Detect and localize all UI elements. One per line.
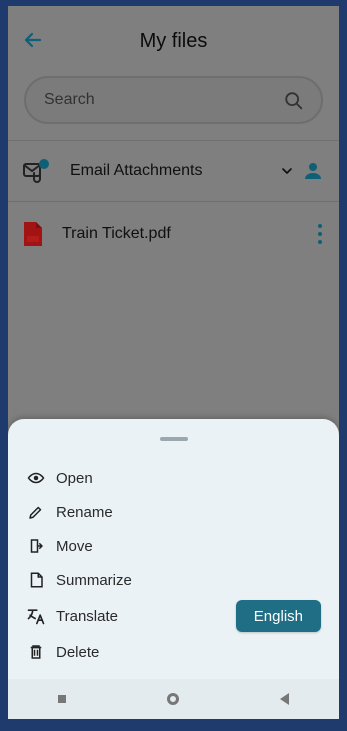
phone-screen: My files Search Email Attachments Train … bbox=[8, 6, 339, 719]
menu-item-label: Summarize bbox=[56, 571, 132, 589]
folder-row[interactable]: Email Attachments bbox=[8, 141, 339, 201]
menu-item-label: Move bbox=[56, 537, 93, 555]
menu-item-label: Rename bbox=[56, 503, 113, 521]
more-options-icon[interactable] bbox=[315, 224, 325, 244]
recent-apps-icon[interactable] bbox=[58, 695, 67, 703]
back-arrow-icon bbox=[24, 32, 42, 48]
folder-label: Email Attachments bbox=[70, 162, 203, 179]
bottom-sheet: Open Rename Move Summarize Translate Eng… bbox=[8, 419, 339, 719]
system-navigation-bar bbox=[8, 679, 339, 719]
app-header: My files bbox=[8, 6, 339, 76]
menu-item-move[interactable]: Move bbox=[26, 529, 321, 563]
menu-item-label: Open bbox=[56, 469, 93, 487]
back-button[interactable] bbox=[18, 26, 46, 54]
search-icon[interactable] bbox=[283, 90, 305, 112]
home-icon[interactable] bbox=[166, 693, 179, 705]
menu-item-translate[interactable]: Translate English bbox=[26, 597, 321, 635]
folder-actions bbox=[279, 159, 325, 183]
file-name: Train Ticket.pdf bbox=[62, 225, 171, 242]
menu-item-label: Translate bbox=[56, 607, 118, 625]
menu-item-delete[interactable]: Delete bbox=[26, 635, 321, 669]
menu-item-label: Delete bbox=[56, 643, 100, 661]
language-button[interactable]: English bbox=[235, 600, 321, 632]
translate-icon bbox=[26, 606, 46, 626]
menu-item-open[interactable]: Open bbox=[26, 461, 321, 495]
menu-item-rename[interactable]: Rename bbox=[26, 495, 321, 529]
pencil-icon bbox=[26, 502, 46, 522]
trash-icon bbox=[26, 642, 46, 662]
back-nav-icon[interactable] bbox=[279, 693, 289, 705]
pdf-file-icon bbox=[24, 222, 42, 246]
move-icon bbox=[26, 536, 46, 556]
search-input[interactable]: Search bbox=[44, 91, 95, 109]
chevron-down-icon[interactable] bbox=[279, 163, 295, 179]
sheet-handle[interactable] bbox=[159, 437, 188, 441]
email-attachment-icon bbox=[23, 159, 49, 183]
menu-item-summarize[interactable]: Summarize bbox=[26, 563, 321, 597]
sheet-menu: Open Rename Move Summarize Translate Eng… bbox=[8, 461, 339, 669]
page-title: My files bbox=[139, 29, 208, 52]
document-icon bbox=[26, 570, 46, 590]
user-icon[interactable] bbox=[301, 159, 325, 183]
search-bar[interactable]: Search bbox=[24, 76, 323, 124]
file-row[interactable]: Train Ticket.pdf bbox=[8, 202, 339, 266]
eye-icon bbox=[26, 468, 46, 488]
